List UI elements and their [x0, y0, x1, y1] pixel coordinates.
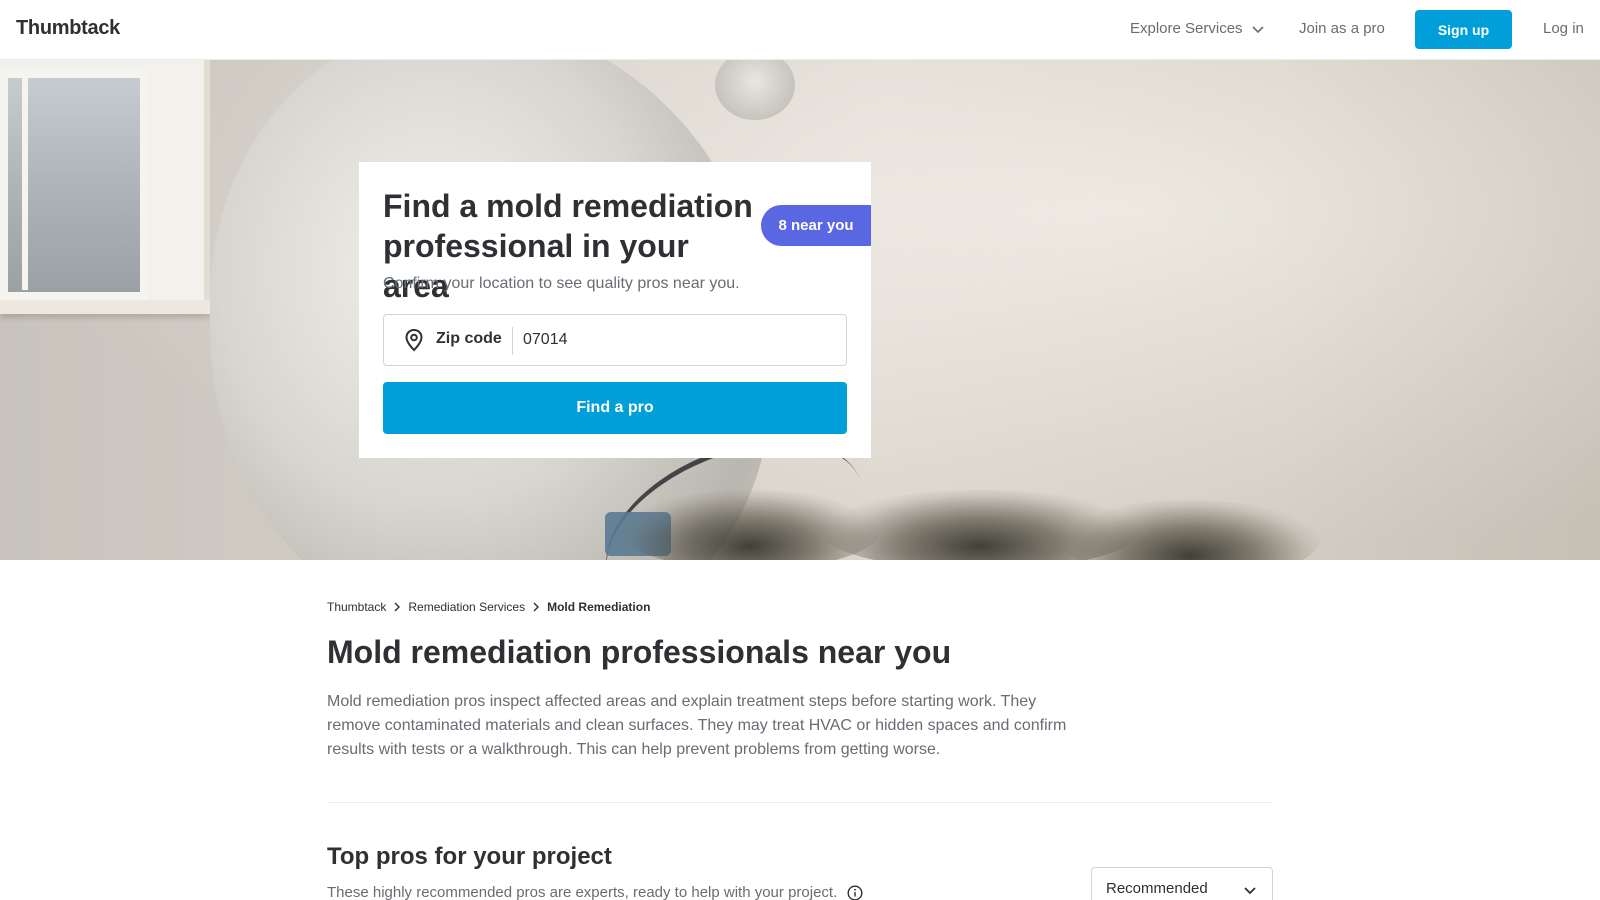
breadcrumb: Thumbtack Remediation Services Mold Reme…	[327, 600, 650, 614]
near-you-badge: 8 near you	[761, 205, 871, 246]
zip-code-input[interactable]	[523, 323, 833, 357]
explore-services-menu[interactable]: Explore Services	[1130, 20, 1265, 37]
sort-dropdown[interactable]: Recommended	[1091, 867, 1273, 900]
hero-window-sill	[0, 300, 210, 314]
search-card-subtitle: Confirm your location to see quality pro…	[383, 275, 740, 292]
page-title: Mold remediation professionals near you	[327, 634, 952, 670]
sort-dropdown-value: Recommended	[1106, 880, 1208, 897]
join-as-pro-link[interactable]: Join as a pro	[1299, 20, 1385, 37]
chevron-right-icon	[394, 602, 401, 612]
service-description: Mold remediation pros inspect affected a…	[327, 693, 1067, 758]
location-pin-icon	[405, 328, 423, 352]
log-in-link[interactable]: Log in	[1543, 20, 1584, 37]
breadcrumb-remediation-services[interactable]: Remediation Services	[408, 600, 525, 614]
top-nav: Thumbtack Explore Services Join as a pro…	[0, 0, 1600, 60]
zip-code-label: Zip code	[436, 330, 502, 347]
top-pros-title: Top pros for your project	[327, 843, 612, 870]
top-pros-subtitle: These highly recommended pros are expert…	[327, 884, 838, 900]
thumbtack-logo[interactable]: Thumbtack	[16, 17, 120, 40]
sign-up-button[interactable]: Sign up	[1415, 10, 1512, 49]
search-card: Find a mold remediation professional in …	[359, 162, 871, 458]
explore-services-label: Explore Services	[1130, 20, 1243, 37]
chevron-down-icon	[1244, 887, 1256, 895]
find-a-pro-button[interactable]: Find a pro	[383, 382, 847, 434]
section-divider	[327, 802, 1273, 803]
chevron-down-icon	[1251, 25, 1264, 33]
info-icon[interactable]	[847, 885, 863, 900]
zip-code-field[interactable]: Zip code	[383, 314, 847, 366]
chevron-right-icon	[533, 602, 540, 612]
hero-window	[0, 60, 210, 310]
breadcrumb-mold-remediation: Mold Remediation	[547, 600, 651, 614]
top-pros-subtitle-row: These highly recommended pros are expert…	[327, 884, 863, 900]
breadcrumb-thumbtack[interactable]: Thumbtack	[327, 600, 386, 614]
zip-divider	[512, 327, 513, 355]
